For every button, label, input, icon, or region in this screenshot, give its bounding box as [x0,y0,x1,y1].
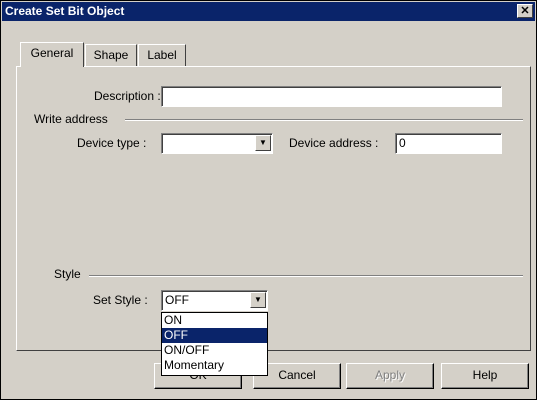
window-title: Create Set Bit Object [5,4,125,18]
apply-button[interactable]: Apply [346,363,434,389]
chevron-down-icon[interactable]: ▼ [255,135,271,151]
device-type-label: Device type : [77,136,147,150]
apply-button-label: Apply [374,368,406,382]
option-on[interactable]: ON [162,313,267,328]
write-address-group-label: Write address [34,112,108,126]
set-style-dropdown[interactable]: OFF ▼ [161,290,268,311]
set-style-label: Set Style : [93,293,148,307]
tab-label[interactable]: Label [138,44,186,66]
chevron-down-icon[interactable]: ▼ [250,292,266,308]
write-address-divider [125,119,523,121]
device-type-dropdown[interactable]: ▼ [161,133,273,154]
set-style-options-list: ON OFF ON/OFF Momentary [161,312,268,376]
tab-shape-label: Shape [93,48,129,62]
description-label: Description : [94,89,161,103]
device-type-arrow-glyph: ▼ [259,138,267,147]
help-button-label: Help [472,368,498,382]
option-off[interactable]: OFF [162,328,267,343]
set-style-arrow-glyph: ▼ [254,295,262,304]
device-address-label: Device address : [289,136,379,150]
cancel-button-label: Cancel [278,368,316,382]
tab-label-label: Label [147,48,177,62]
option-on-off[interactable]: ON/OFF [162,343,267,358]
close-icon: ✕ [520,5,530,17]
option-momentary[interactable]: Momentary [162,358,267,373]
general-tab-panel [16,66,531,351]
style-group-label: Style [54,267,81,281]
tab-general-label: General [30,46,74,60]
device-address-input[interactable]: 0 [395,133,502,154]
style-divider [89,275,523,277]
description-input[interactable] [161,86,502,107]
close-button[interactable]: ✕ [517,4,533,18]
device-address-value: 0 [399,136,406,150]
set-style-value: OFF [165,293,189,307]
help-button[interactable]: Help [441,363,529,389]
tab-shape[interactable]: Shape [85,44,137,66]
tab-general[interactable]: General [20,42,84,67]
title-bar: Create Set Bit Object ✕ [2,2,535,21]
create-set-bit-object-dialog: Create Set Bit Object ✕ General Shape La… [0,0,537,400]
